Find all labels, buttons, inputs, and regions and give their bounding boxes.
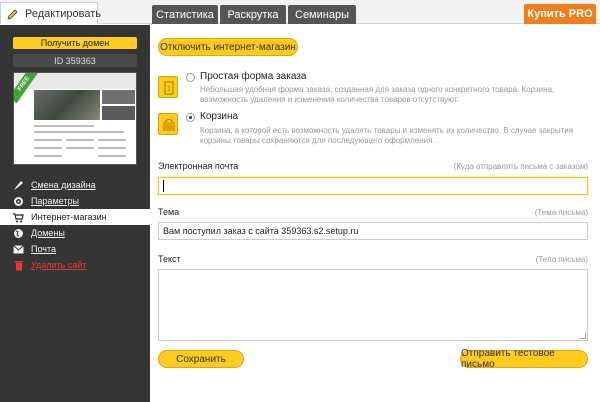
sidebar-item-mail[interactable]: Почта <box>0 241 150 257</box>
sidebar-item-domains[interactable]: Домены <box>0 225 150 241</box>
cart-radio[interactable] <box>186 113 195 122</box>
tab-edit[interactable]: Редактировать <box>0 2 101 24</box>
thumbnail-line <box>34 155 62 157</box>
tab-promotion[interactable]: Раскрутка <box>220 5 286 24</box>
trash-icon <box>13 260 24 271</box>
sidebar-item-label: Домены <box>31 228 65 238</box>
text-label: Текст <box>158 254 181 264</box>
sidebar: Получить домен ID 359363 FREE Смена диза… <box>0 25 150 402</box>
thumbnail-image <box>102 90 135 104</box>
brush-icon <box>13 180 24 191</box>
sidebar-menu: Смена дизайна Параметры Интернет-магазин… <box>0 177 150 273</box>
sidebar-item-params[interactable]: Параметры <box>0 193 150 209</box>
simple-order-icon: 1 <box>158 76 178 98</box>
site-id: ID 359363 <box>13 54 137 67</box>
envelope-icon <box>13 244 24 255</box>
pencil-icon <box>7 7 19 21</box>
message-textarea[interactable] <box>158 269 588 341</box>
thumbnail-line <box>34 125 94 127</box>
gear-icon <box>13 196 24 207</box>
thumbnail-line <box>34 147 62 149</box>
simple-order-title: Простая форма заказа <box>200 71 307 82</box>
email-label: Электронная почта <box>158 161 239 171</box>
thumbnail-line <box>66 139 94 141</box>
email-field[interactable] <box>158 177 588 195</box>
cart-option-description: Корзина, в которой есть возможность удал… <box>200 126 574 145</box>
sidebar-item-shop[interactable]: Интернет-магазин <box>0 209 150 225</box>
disable-shop-button[interactable]: Отключить интернет-магазин <box>158 38 298 56</box>
sidebar-item-label: Почта <box>31 244 56 254</box>
send-test-email-button[interactable]: Отправить тестовое письмо <box>460 348 588 370</box>
thumbnail-image <box>102 106 135 120</box>
text-caret <box>163 180 164 192</box>
thumbnail-line <box>98 147 126 149</box>
save-button[interactable]: Сохранить <box>158 350 244 368</box>
globe-icon <box>13 228 24 239</box>
tab-statistics[interactable]: Статистика <box>152 5 218 24</box>
simple-order-description: Небольшая удобная форма заказа, созданна… <box>200 85 555 104</box>
sidebar-item-label: Параметры <box>31 196 79 206</box>
thumbnail-line <box>66 147 94 149</box>
top-bar: Редактировать Статистика Раскрутка Семин… <box>0 0 600 24</box>
sidebar-item-label: Смена дизайна <box>31 180 96 190</box>
tab-edit-label: Редактировать <box>25 7 101 20</box>
text-hint: (Тело письма) <box>535 255 588 264</box>
thumbnail-line <box>98 155 126 157</box>
thumbnail-line <box>34 131 124 133</box>
sidebar-item-label: Интернет-магазин <box>31 212 107 222</box>
thumbnail-line <box>34 139 62 141</box>
get-domain-button[interactable]: Получить домен <box>13 37 137 49</box>
shop-settings-panel: Отключить интернет-магазин 1 Простая фор… <box>150 25 600 402</box>
subject-hint: (Тема письма) <box>534 208 588 217</box>
sidebar-item-delete[interactable]: Удалить сайт <box>0 257 150 273</box>
subject-label: Тема <box>158 207 180 217</box>
tab-seminars[interactable]: Семинары <box>288 5 356 24</box>
resize-handle[interactable] <box>579 332 586 339</box>
thumbnail-hero-image <box>34 90 100 120</box>
cart-option-title: Корзина <box>200 111 239 122</box>
cart-icon <box>13 212 24 223</box>
email-hint: (Куда отправлять письма с заказом) <box>453 162 588 171</box>
thumbnail-line <box>98 139 126 141</box>
buy-pro-button[interactable]: Купить PRO <box>524 4 596 24</box>
cart-option-icon <box>158 113 178 135</box>
sidebar-item-label: Удалить сайт <box>31 260 87 270</box>
site-thumbnail[interactable]: FREE <box>13 72 137 165</box>
svg-text:1: 1 <box>167 86 171 93</box>
sidebar-item-design[interactable]: Смена дизайна <box>0 177 150 193</box>
subject-field[interactable]: Вам поступил заказ с сайта 359363.s2.set… <box>158 222 588 240</box>
simple-order-radio[interactable] <box>186 73 195 82</box>
